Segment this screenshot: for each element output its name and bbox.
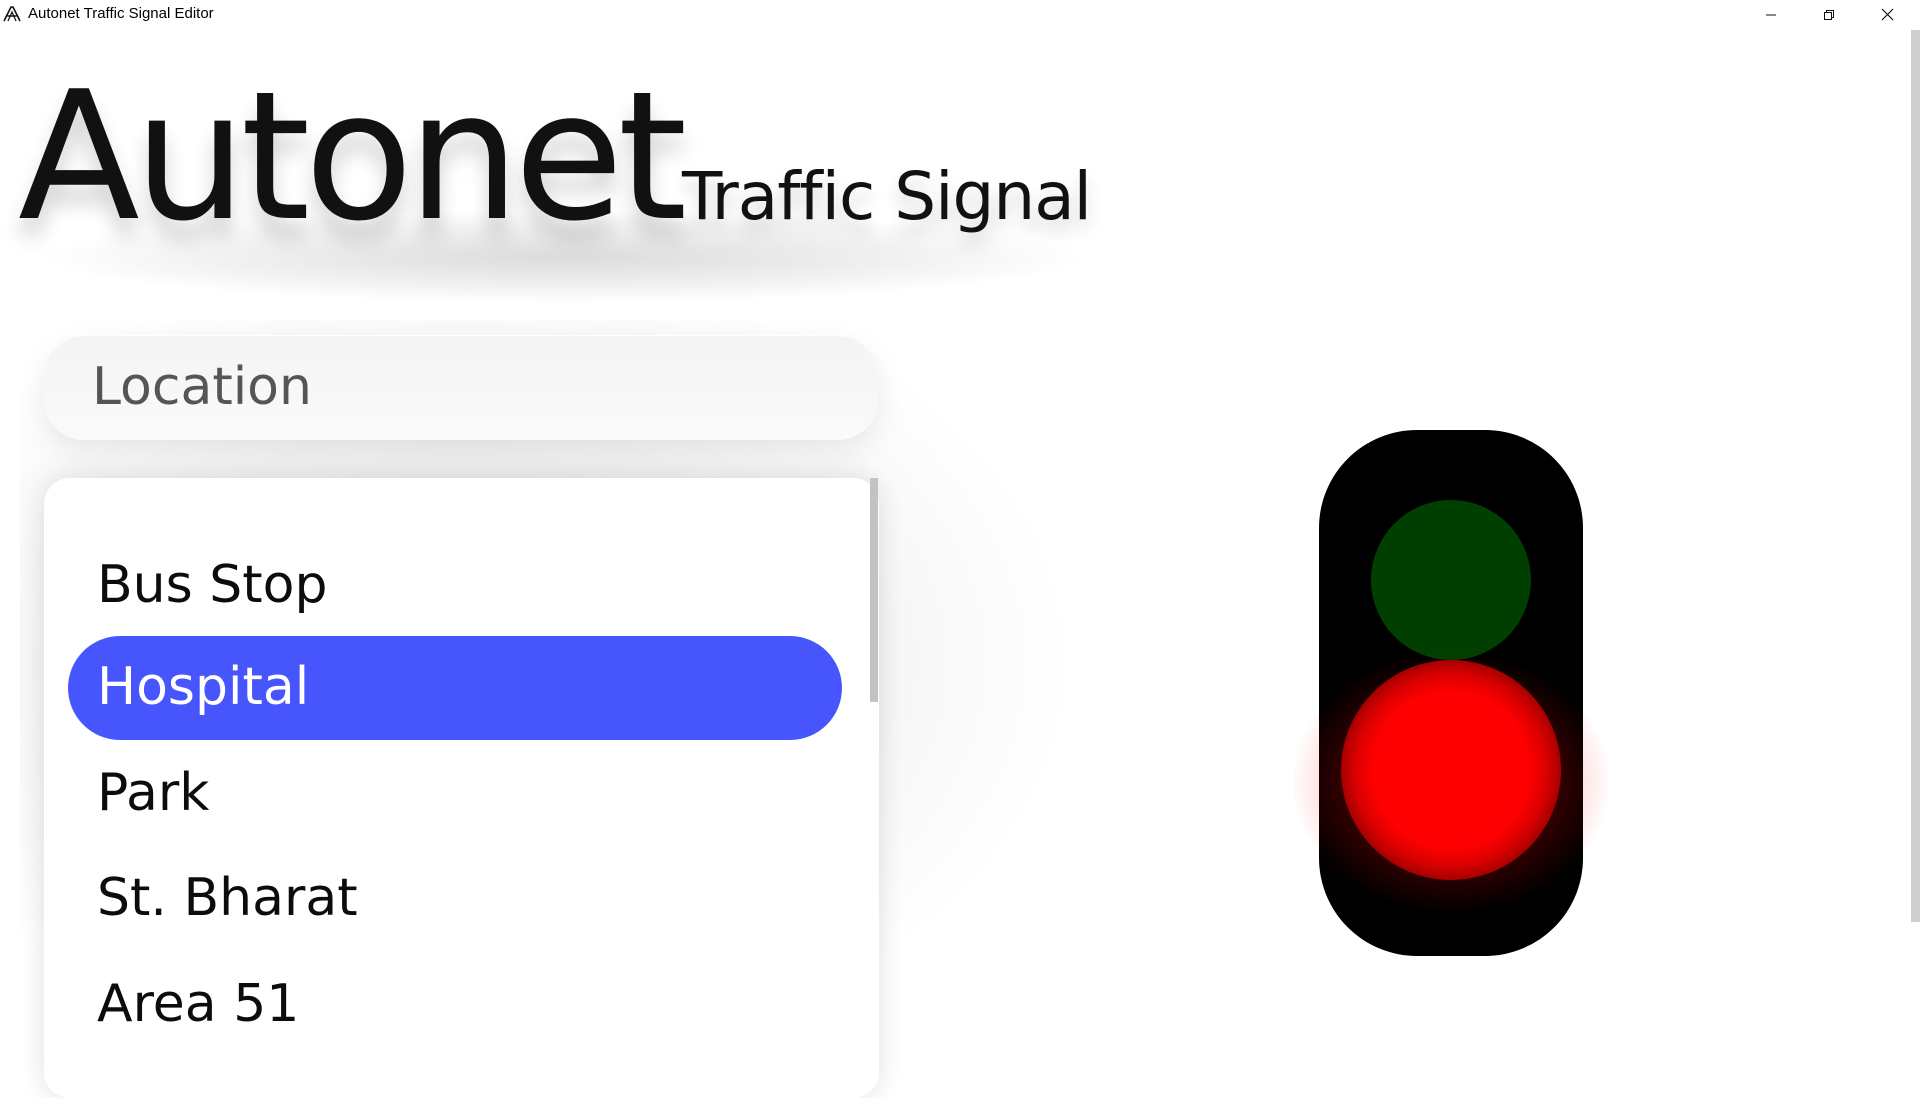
list-scrollbar-thumb[interactable] <box>870 478 878 702</box>
red-light <box>1341 660 1561 880</box>
window-scrollbar[interactable] <box>1911 30 1920 922</box>
app-logo: Autonet Traffic Signal <box>18 53 1092 302</box>
green-light <box>1371 500 1531 660</box>
minimize-button[interactable] <box>1742 0 1800 30</box>
list-item-st-bharat[interactable]: St. Bharat <box>68 847 842 951</box>
list-item-park[interactable]: Park <box>68 742 842 846</box>
list-item-label: Hospital <box>97 657 310 717</box>
close-button[interactable] <box>1858 0 1916 30</box>
title-bar: Autonet Traffic Signal Editor <box>0 0 1920 30</box>
restore-icon <box>1823 6 1835 25</box>
traffic-signal <box>1293 430 1609 956</box>
list-item-label: Park <box>97 763 210 823</box>
list-item-hospital[interactable]: Hospital <box>68 636 842 740</box>
restore-button[interactable] <box>1800 0 1858 30</box>
autonet-logo-icon <box>3 6 21 22</box>
location-list[interactable]: Bus Stop Hospital Park St. Bharat Area 5… <box>44 478 879 1098</box>
logo-subtitle: Traffic Signal <box>682 158 1092 235</box>
logo-wordmark: Autonet <box>18 53 687 260</box>
window-title: Autonet Traffic Signal Editor <box>28 5 214 22</box>
list-item-label: St. Bharat <box>97 868 358 928</box>
list-item-area-51[interactable]: Area 51 <box>68 953 842 1057</box>
location-label: Location <box>92 357 312 417</box>
list-item-bus-stop[interactable]: Bus Stop <box>68 534 842 638</box>
location-field[interactable]: Location <box>44 335 878 440</box>
minimize-icon <box>1765 6 1777 25</box>
list-item-label: Bus Stop <box>97 555 328 615</box>
close-icon <box>1881 6 1894 25</box>
list-item-label: Area 51 <box>97 974 300 1034</box>
